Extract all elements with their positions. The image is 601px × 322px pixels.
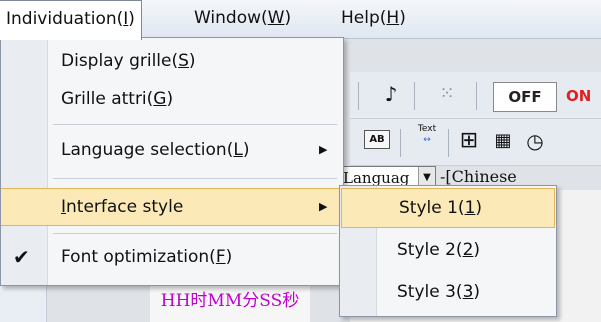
menu-bar: Individuation(I) Window(W) Help(H) (0, 0, 601, 40)
menu-individuation[interactable]: Individuation(I) (0, 0, 142, 40)
on-button[interactable]: ON (566, 82, 601, 110)
menu-item-style-1[interactable]: Style 1(1) (341, 188, 555, 228)
menu-label: Individuation( (6, 9, 124, 29)
menu-label-suffix: ) (399, 8, 406, 28)
menu-help[interactable]: Help(H) (335, 0, 412, 38)
calendar-icon[interactable]: ▦ (490, 128, 516, 154)
menu-item-style-3[interactable]: Style 3(3) (340, 272, 556, 312)
text-tool-label: Text (417, 124, 437, 134)
toolbar-top: ♪ ⁙ (350, 72, 601, 119)
music-note-icon[interactable]: ♪ (378, 81, 404, 107)
menu-label: Window( (194, 8, 268, 28)
menu-separator (53, 124, 337, 125)
toolbar-separator (448, 129, 449, 157)
menu-item-language-selection[interactable]: Language selection(L) ▶ (1, 131, 343, 169)
text-tool-glyph: ↔ (423, 135, 431, 145)
toolbar-separator (400, 129, 401, 157)
menu-item-text: Language selection(L) (61, 140, 250, 160)
time-format-label: HH时MM分SS秒 (150, 286, 310, 322)
table-icon[interactable]: ⊞ (456, 128, 482, 154)
toolbar-separator (476, 82, 477, 110)
off-button[interactable]: OFF (493, 82, 557, 112)
menu-accel-key: W (267, 8, 285, 28)
menu-item-text: Font optimization(F) (61, 247, 233, 267)
menu-item-text: Grille attri(G) (61, 89, 174, 109)
menu-separator (53, 233, 337, 234)
ab-text-icon[interactable]: AB (364, 130, 390, 149)
individuation-dropdown: Display grille(S) Grille attri(G) Langua… (0, 37, 344, 286)
menu-item-text: Style 2(2) (397, 240, 481, 260)
toolbar-separator (358, 82, 359, 110)
toolbar-separator (414, 82, 415, 110)
menu-item-text: Display grille(S) (61, 51, 196, 71)
interface-style-submenu: Style 1(1) Style 2(2) Style 3(3) (339, 185, 557, 317)
checkmark-icon: ✔ (13, 245, 30, 269)
menu-separator (53, 178, 337, 179)
submenu-arrow-icon: ▶ (319, 143, 328, 156)
menu-item-interface-style[interactable]: Interface style ▶ (1, 188, 343, 226)
menu-label-suffix: ) (284, 8, 292, 28)
submenu-arrow-icon: ▶ (319, 200, 328, 213)
menu-item-text: Style 1(1) (399, 198, 483, 218)
menu-item-text: Style 3(3) (397, 282, 481, 302)
menu-item-display-grille[interactable]: Display grille(S) (1, 42, 343, 80)
menu-window[interactable]: Window(W) (188, 0, 297, 38)
menu-label-suffix: ) (128, 9, 135, 29)
menu-accel-key: H (386, 8, 400, 28)
clock-icon[interactable]: ◷ (522, 128, 548, 154)
menu-item-style-2[interactable]: Style 2(2) (340, 230, 556, 270)
menu-item-text: Interface style (61, 197, 184, 217)
text-tool-icon[interactable]: Text ↔ (414, 124, 440, 146)
menu-item-grille-attri[interactable]: Grille attri(G) (1, 80, 343, 118)
menu-item-font-optimization[interactable]: ✔ Font optimization(F) (1, 238, 343, 276)
menu-label: Help( (341, 8, 387, 28)
grid-dots-icon[interactable]: ⁙ (434, 81, 460, 107)
